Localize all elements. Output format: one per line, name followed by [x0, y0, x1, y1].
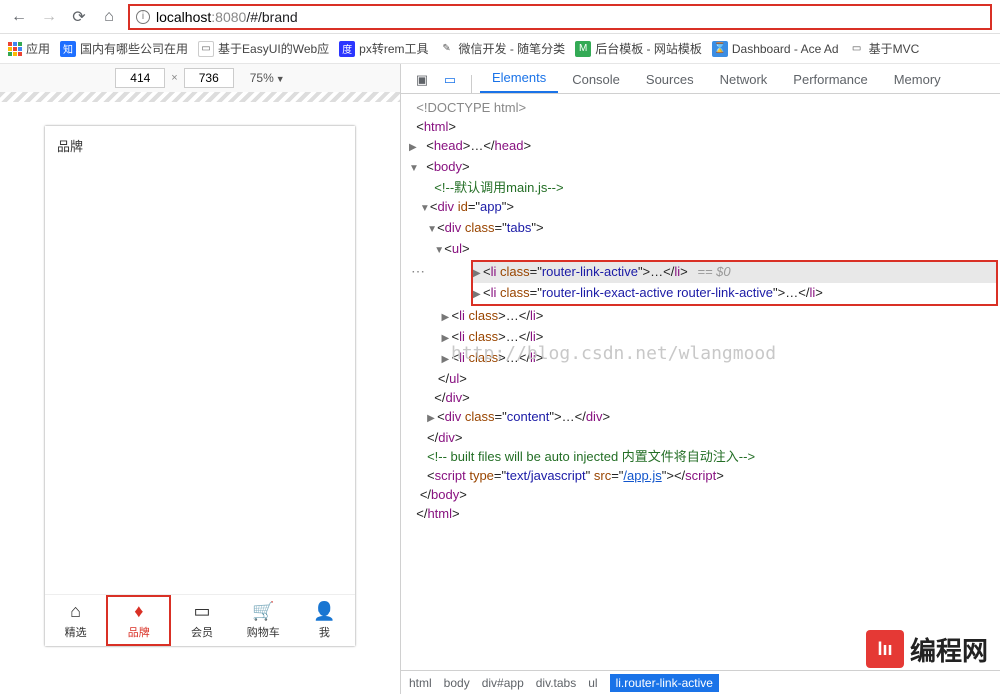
tab-sources[interactable]: Sources [634, 66, 706, 93]
tab-performance[interactable]: Performance [781, 66, 879, 93]
apps-icon [8, 42, 22, 56]
bookmark-icon: 度 [339, 41, 355, 57]
tab-memory[interactable]: Memory [882, 66, 953, 93]
bookmark-item[interactable]: ⌛ Dashboard - Ace Ad [712, 41, 839, 57]
bookmark-item[interactable]: ▭基于EasyUI的Web应 [198, 40, 329, 57]
bookmark-icon: 知 [60, 41, 76, 57]
bookmark-item[interactable]: 知国内有哪些公司在用 [60, 40, 188, 57]
crumb-item[interactable]: div.tabs [536, 676, 576, 690]
zoom-select[interactable]: 75%▼ [250, 71, 285, 85]
bookmark-item[interactable]: ✎微信开发 - 随笔分类 [439, 40, 566, 57]
device-height-input[interactable] [184, 68, 234, 88]
bookmarks-bar: 应用 知国内有哪些公司在用 ▭基于EasyUI的Web应 度px转rem工具 ✎… [0, 34, 1000, 64]
bookmark-icon: M [575, 41, 591, 57]
bookmark-icon: ✎ [439, 41, 455, 57]
devtools-pane: ▣ ▭ Elements Console Sources Network Per… [400, 64, 1000, 694]
ruler-stripes [0, 92, 400, 102]
bookmark-label: 国内有哪些公司在用 [80, 40, 188, 57]
crumb-item[interactable]: ul [588, 676, 597, 690]
dimension-x: × [171, 72, 177, 84]
apps-button[interactable]: 应用 [8, 40, 50, 57]
info-icon[interactable]: i [136, 10, 150, 24]
breadcrumb[interactable]: html body div#app div.tabs ul li.router-… [401, 670, 1000, 694]
bookmark-label: 微信开发 - 随笔分类 [459, 40, 566, 57]
home-icon[interactable]: ⌂ [98, 6, 120, 28]
bookmark-icon: ▭ [849, 41, 865, 57]
bookmark-item[interactable]: M后台模板 - 网站模板 [575, 40, 702, 57]
crumb-item-active[interactable]: li.router-link-active [610, 674, 719, 692]
bookmark-label: Dashboard - Ace Ad [732, 42, 839, 56]
tab-member[interactable]: ▭会员 [171, 595, 232, 646]
brand-logo: lıı 编程网 [866, 630, 988, 668]
tab-network[interactable]: Network [708, 66, 780, 93]
phone-frame: 品牌 ⌂精选 ♦品牌 ▭会员 🛒购物车 👤我 [45, 126, 355, 646]
device-width-input[interactable] [115, 68, 165, 88]
bookmark-item[interactable]: ▭基于MVC [849, 40, 920, 57]
bookmark-item[interactable]: 度px转rem工具 [339, 40, 428, 57]
reload-icon[interactable]: ⟳ [68, 6, 90, 28]
tab-me[interactable]: 👤我 [294, 595, 355, 646]
bookmark-label: px转rem工具 [359, 40, 428, 57]
device-size-toolbar: × 75%▼ [0, 64, 400, 92]
back-icon[interactable]: ← [8, 6, 30, 28]
url-path: /#/brand [246, 9, 297, 25]
cart-icon: 🛒 [252, 601, 274, 622]
page-title: 品牌 [45, 126, 355, 165]
bookmark-label: 后台模板 - 网站模板 [595, 40, 702, 57]
crumb-item[interactable]: body [444, 676, 470, 690]
bookmark-label: 基于EasyUI的Web应 [218, 40, 329, 57]
inspect-icon[interactable]: ▣ [409, 67, 435, 93]
tab-cart[interactable]: 🛒购物车 [233, 595, 294, 646]
tab-elements[interactable]: Elements [480, 64, 558, 93]
bookmark-icon: ⌛ [712, 41, 728, 57]
phone-tabbar: ⌂精选 ♦品牌 ▭会员 🛒购物车 👤我 [45, 594, 355, 646]
bookmark-icon: ▭ [198, 41, 214, 57]
bookmark-label: 应用 [26, 40, 50, 57]
tab-featured[interactable]: ⌂精选 [45, 595, 106, 646]
url-host: localhost [156, 9, 211, 25]
brand-icon: lıı [866, 630, 904, 668]
bookmark-label: 基于MVC [869, 40, 920, 57]
diamond-icon: ♦ [134, 601, 143, 622]
forward-icon: → [38, 6, 60, 28]
url-bar[interactable]: i localhost:8080/#/brand [128, 4, 992, 30]
url-port: :8080 [211, 9, 246, 25]
crumb-item[interactable]: div#app [482, 676, 524, 690]
devtools-tabbar: ▣ ▭ Elements Console Sources Network Per… [401, 64, 1000, 94]
device-preview-pane: × 75%▼ 品牌 ⌂精选 ♦品牌 ▭会员 🛒购物车 👤我 [0, 64, 400, 694]
tab-brand[interactable]: ♦品牌 [106, 595, 171, 646]
tab-console[interactable]: Console [560, 66, 632, 93]
card-icon: ▭ [194, 601, 211, 622]
crumb-item[interactable]: html [409, 676, 432, 690]
user-icon: 👤 [313, 601, 335, 622]
browser-navbar: ← → ⟳ ⌂ i localhost:8080/#/brand [0, 0, 1000, 34]
home-icon: ⌂ [70, 601, 81, 622]
dom-tree[interactable]: <!DOCTYPE html> <html> ▶ <head>…</head> … [401, 94, 1000, 670]
device-toggle-icon[interactable]: ▭ [437, 67, 463, 93]
